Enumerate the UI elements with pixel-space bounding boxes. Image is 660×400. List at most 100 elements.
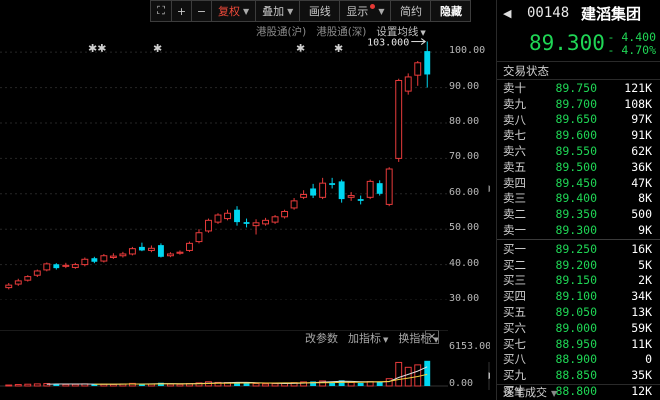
candle-body xyxy=(176,251,184,254)
candle-body xyxy=(100,255,108,262)
ask-list: 卖十 89.750 121K 卖九 89.700 108K 卖八 89.650 97K 卖七 89.… xyxy=(497,80,660,238)
ask-level-label: 卖四 xyxy=(503,175,526,190)
candle-body xyxy=(214,214,222,223)
volume-bar xyxy=(176,383,184,387)
ask-level-label: 卖十 xyxy=(503,80,526,95)
bid-row[interactable]: 买三 89.150 2K xyxy=(497,273,660,289)
ask-row[interactable]: 卖九 89.700 108K xyxy=(497,96,660,112)
ask-row[interactable]: 卖八 89.650 97K xyxy=(497,112,660,128)
ask-level-label: 卖二 xyxy=(503,207,526,222)
sz-connect-toggle[interactable]: 港股通(深) xyxy=(316,24,366,39)
candle-body xyxy=(424,51,431,75)
hide-button[interactable]: 隐藏 xyxy=(431,0,472,22)
ask-row[interactable]: 卖十 89.750 121K xyxy=(497,80,660,96)
ask-row[interactable]: 卖七 89.600 91K xyxy=(497,127,660,143)
ask-price: 89.750 xyxy=(555,80,597,95)
chart-pane[interactable]: ⛶ + − 复权 ▼ 叠加 ▼ 画线 显示 ▼ 简约 隐藏 港股通(沪) 港股通(深)… xyxy=(0,0,490,400)
candle-body xyxy=(224,212,231,220)
bid-volume: 34K xyxy=(631,289,652,304)
candle-body xyxy=(310,188,317,196)
candle-body xyxy=(71,264,79,268)
candle-body xyxy=(347,195,355,198)
bid-row[interactable]: 买六 89.000 59K xyxy=(497,320,660,336)
zoom-out-button[interactable]: − xyxy=(192,0,212,22)
price-tick-label: 30.00 xyxy=(449,293,480,304)
last-price: 89.300 xyxy=(529,31,605,55)
candle-body xyxy=(300,193,308,198)
candle-body xyxy=(24,276,32,281)
max-price-label: 103.000 xyxy=(367,38,409,49)
bid-row[interactable]: 买七 88.950 11K xyxy=(497,336,660,352)
trades-tab[interactable]: 逐笔成交 ▼ xyxy=(497,384,660,400)
price-tick-label: 90.00 xyxy=(449,80,480,92)
candle-body xyxy=(128,248,136,255)
zoom-in-button[interactable]: + xyxy=(172,0,192,22)
candle-body xyxy=(271,216,279,223)
ask-price: 89.550 xyxy=(555,144,597,159)
candle-body xyxy=(338,181,345,200)
ask-volume: 91K xyxy=(631,128,652,143)
ask-level-label: 卖三 xyxy=(503,191,526,206)
back-arrow-icon[interactable]: ◀ xyxy=(503,7,511,20)
volume-bar xyxy=(347,382,355,387)
volume-bar xyxy=(62,383,70,387)
volume-bar xyxy=(71,383,79,387)
candle-body xyxy=(262,219,270,225)
ask-price: 89.700 xyxy=(555,96,597,111)
bid-price: 89.150 xyxy=(555,273,597,288)
ask-price: 89.500 xyxy=(555,159,597,174)
ask-row[interactable]: 卖二 89.350 500 xyxy=(497,206,660,222)
candle-body xyxy=(138,246,145,251)
chevron-down-icon: ▼ xyxy=(420,29,426,37)
bid-row[interactable]: 买四 89.100 34K xyxy=(497,288,660,304)
bid-row[interactable]: 买一 89.250 16K xyxy=(497,241,660,257)
ask-level-label: 卖五 xyxy=(503,159,526,174)
ask-volume: 47K xyxy=(631,175,652,190)
bid-row[interactable]: 买五 89.050 13K xyxy=(497,304,660,320)
bid-volume: 59K xyxy=(631,320,652,335)
volume-chart[interactable] xyxy=(0,330,448,400)
candle-body xyxy=(33,270,41,276)
simple-label: 简约 xyxy=(399,5,422,18)
panel-toggle-icon[interactable]: ▶ xyxy=(488,362,490,390)
lock-icon[interactable]: ⛶ xyxy=(150,0,172,22)
candle-body xyxy=(43,263,51,271)
volume-bar xyxy=(14,384,22,387)
ma-settings-dropdown[interactable]: 设置均线 ▼ xyxy=(376,24,425,39)
candle-body xyxy=(109,255,117,259)
ask-volume: 9K xyxy=(638,223,652,238)
ask-row[interactable]: 卖三 89.400 8K xyxy=(497,191,660,207)
bid-volume: 2K xyxy=(638,273,652,288)
bid-row[interactable]: 买九 88.850 35K xyxy=(497,367,660,383)
bid-row[interactable]: 买八 88.900 0 xyxy=(497,352,660,368)
price-tick-label: 50.00 xyxy=(449,222,480,234)
candle-body xyxy=(81,258,89,266)
ask-row[interactable]: 卖一 89.300 9K xyxy=(497,222,660,238)
ask-row[interactable]: 卖五 89.500 36K xyxy=(497,159,660,175)
display-dropdown[interactable]: 显示 ▼ xyxy=(340,0,392,22)
ask-level-label: 卖八 xyxy=(503,112,526,127)
candlestick-chart[interactable]: 103.000 xyxy=(0,38,448,300)
overlay-dropdown[interactable]: 叠加 ▼ xyxy=(256,0,301,22)
candle-body xyxy=(205,219,212,232)
ask-price: 89.400 xyxy=(555,191,597,206)
draw-line-button[interactable]: 画线 xyxy=(300,0,341,22)
bid-row[interactable]: 买二 89.200 5K xyxy=(497,257,660,273)
bid-level-label: 买五 xyxy=(503,305,526,320)
quote-panel: ◀ 00148 建滔集团 89.300 - 4.400 - 4.70% 交易状态… xyxy=(496,0,660,400)
bid-level-label: 买九 xyxy=(503,368,526,383)
sh-connect-toggle[interactable]: 港股通(沪) xyxy=(256,24,306,39)
volume-bar xyxy=(271,383,279,387)
volume-bar xyxy=(395,361,403,387)
bid-price: 89.200 xyxy=(555,257,597,272)
bid-price: 89.250 xyxy=(555,241,597,256)
ask-row[interactable]: 卖四 89.450 47K xyxy=(497,175,660,191)
orderbook-title: 交易状态 xyxy=(497,62,660,80)
ask-level-label: 卖九 xyxy=(503,96,526,111)
volume-bar xyxy=(252,383,260,387)
chevron-right-icon[interactable]: ▶ xyxy=(488,178,490,200)
simple-button[interactable]: 简约 xyxy=(391,0,432,22)
adjust-dropdown[interactable]: 复权 ▼ xyxy=(212,0,257,22)
ask-row[interactable]: 卖六 89.550 62K xyxy=(497,143,660,159)
ask-level-label: 卖一 xyxy=(503,223,526,238)
